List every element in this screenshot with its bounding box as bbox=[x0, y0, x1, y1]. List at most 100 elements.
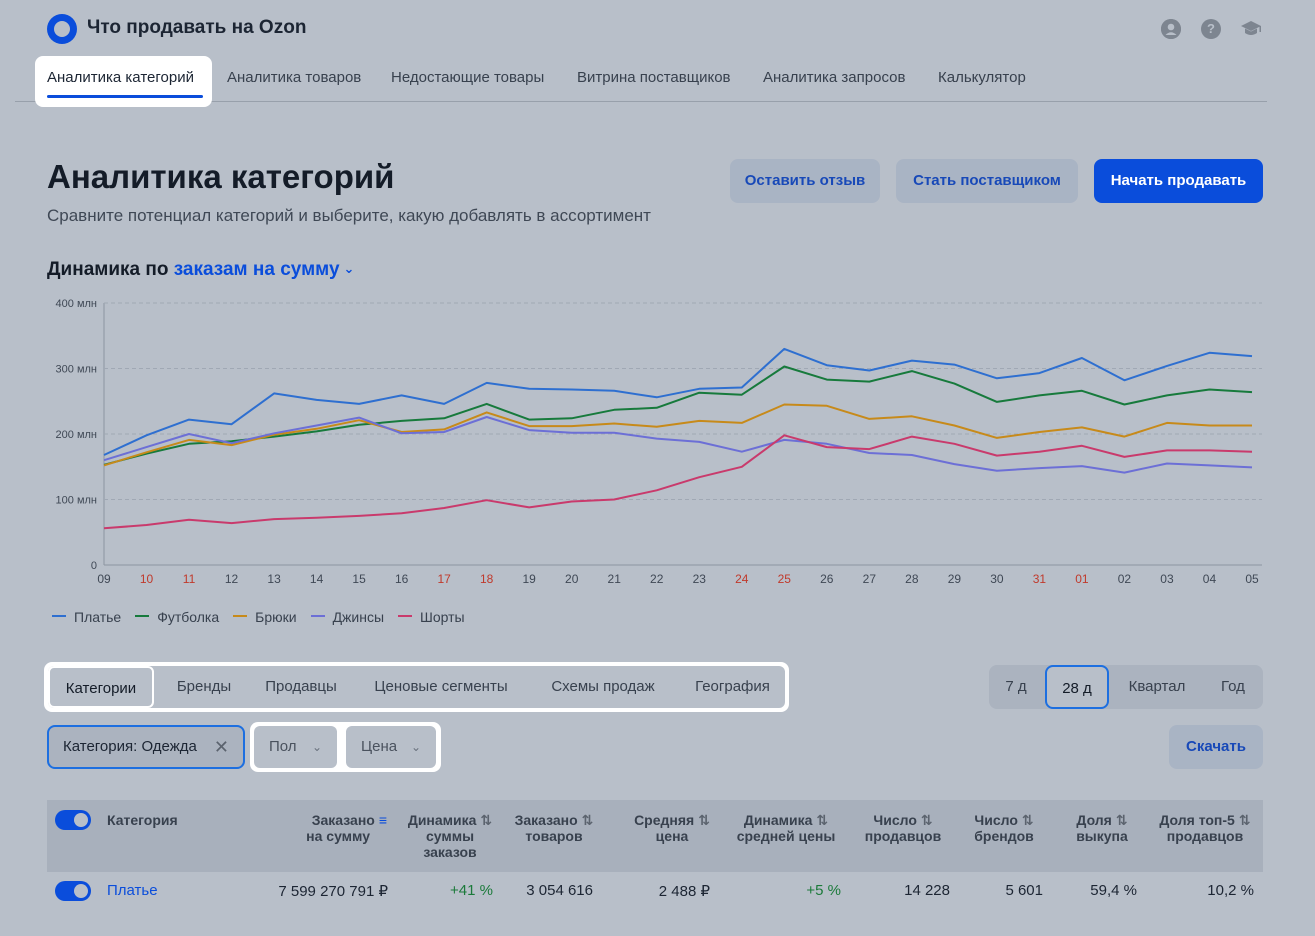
legend-item[interactable]: Джинсы bbox=[310, 609, 385, 625]
chevron-down-icon: ⌄ bbox=[410, 740, 421, 754]
col-sellers[interactable]: Число ⇅ продавцов bbox=[853, 812, 953, 844]
user-icon[interactable] bbox=[1161, 19, 1181, 39]
x-tick-label: 28 bbox=[905, 572, 919, 586]
cell-brands: 5 601 bbox=[1005, 882, 1043, 899]
x-tick-label: 24 bbox=[735, 572, 749, 586]
tab-brands[interactable]: Бренды bbox=[159, 666, 249, 708]
y-tick-label: 400 млн bbox=[56, 298, 97, 310]
col-buyout[interactable]: Доля ⇅ выкупа bbox=[1063, 812, 1141, 844]
price-dropdown[interactable]: Цена ⌄ bbox=[346, 726, 436, 768]
legend-label: Джинсы bbox=[332, 609, 385, 625]
dynamics-prefix: Динамика по bbox=[47, 259, 169, 280]
metric-selector[interactable]: заказам на сумму ⌄ bbox=[174, 259, 355, 280]
nav-tab-product-analytics[interactable]: Аналитика товаров bbox=[227, 69, 361, 86]
filter-dropdowns: Пол ⌄ Цена ⌄ bbox=[250, 722, 441, 772]
x-tick-label: 03 bbox=[1160, 572, 1174, 586]
nav-tab-query-analytics[interactable]: Аналитика запросов bbox=[763, 69, 905, 86]
legend-item[interactable]: Футболка bbox=[135, 609, 219, 625]
page-subtitle: Сравните потенциал категорий и выберите,… bbox=[47, 206, 651, 225]
col-top5[interactable]: Доля топ-5 ⇅ продавцов bbox=[1153, 812, 1257, 844]
legend-item[interactable]: Платье bbox=[52, 609, 121, 625]
legend-item[interactable]: Брюки bbox=[233, 609, 297, 625]
col-brands[interactable]: Число ⇅ брендов bbox=[959, 812, 1049, 844]
dynamics-title: Динамика по заказам на сумму ⌄ bbox=[47, 259, 354, 281]
legend-label: Шорты bbox=[420, 609, 465, 625]
col-price-dynamics[interactable]: Динамика ⇅ средней цены bbox=[727, 812, 845, 844]
col-label: продавцов bbox=[1166, 828, 1244, 844]
col-sum-dynamics[interactable]: Динамика ⇅ суммы заказов bbox=[404, 812, 496, 860]
x-tick-label: 15 bbox=[352, 572, 366, 586]
period-selector: 7 д 28 д Квартал Год bbox=[989, 665, 1263, 709]
breakdown-tabs: Категории Бренды Продавцы Ценовые сегмен… bbox=[44, 662, 789, 712]
x-tick-label: 31 bbox=[1033, 572, 1047, 586]
nav-tab-category-analytics[interactable]: Аналитика категорий bbox=[35, 56, 212, 107]
download-button[interactable]: Скачать bbox=[1169, 725, 1263, 769]
cell-ordered-sum: 7 599 270 791 ₽ bbox=[278, 883, 388, 900]
leave-feedback-button[interactable]: Оставить отзыв bbox=[730, 159, 880, 203]
x-tick-label: 23 bbox=[693, 572, 707, 586]
sort-icon: ⇅ bbox=[581, 812, 594, 828]
tab-sales-schemes[interactable]: Схемы продаж bbox=[532, 666, 674, 708]
select-all-toggle[interactable] bbox=[55, 810, 91, 830]
period-quarter[interactable]: Квартал bbox=[1113, 665, 1201, 709]
tab-categories[interactable]: Категории bbox=[48, 666, 154, 708]
col-label: Число bbox=[974, 812, 1018, 828]
x-tick-label: 21 bbox=[608, 572, 622, 586]
series-line-Шорты bbox=[103, 434, 1253, 530]
nav-tab-supplier-showcase[interactable]: Витрина поставщиков bbox=[577, 69, 731, 86]
col-avg-price[interactable]: Средняя ⇅ цена bbox=[627, 812, 717, 844]
x-tick-label: 30 bbox=[990, 572, 1004, 586]
education-icon[interactable] bbox=[1240, 20, 1262, 38]
legend-swatch bbox=[52, 615, 66, 618]
close-icon[interactable]: ✕ bbox=[214, 727, 229, 767]
col-label: Средняя bbox=[634, 812, 695, 828]
series-line-Платье bbox=[103, 347, 1253, 456]
legend-item[interactable]: Шорты bbox=[398, 609, 465, 625]
legend-label: Платье bbox=[74, 609, 122, 625]
sort-icon: ⇅ bbox=[816, 812, 829, 828]
tab-sellers[interactable]: Продавцы bbox=[251, 666, 351, 708]
sort-icon: ⇅ bbox=[480, 812, 493, 828]
app-title: Что продавать на Ozon bbox=[87, 17, 307, 38]
cell-avg-price: 2 488 ₽ bbox=[658, 883, 710, 900]
col-label: Доля bbox=[1076, 812, 1112, 828]
sort-icon: ⇅ bbox=[698, 812, 710, 828]
row-category-link[interactable]: Платье bbox=[107, 882, 158, 899]
metric-label: заказам на сумму bbox=[173, 259, 340, 280]
start-selling-button[interactable]: Начать продавать bbox=[1094, 159, 1263, 203]
ozon-logo-icon[interactable] bbox=[47, 14, 77, 44]
x-tick-label: 26 bbox=[820, 572, 834, 586]
cell-price-dynamics: +5 % bbox=[806, 882, 841, 899]
category-filter-chip[interactable]: Категория: Одежда ✕ bbox=[47, 725, 245, 769]
help-icon[interactable]: ? bbox=[1201, 19, 1221, 39]
col-ordered-items[interactable]: Заказано ⇅ товаров bbox=[510, 812, 598, 844]
period-year[interactable]: Год bbox=[1205, 665, 1261, 709]
legend-swatch bbox=[398, 615, 413, 618]
col-ordered-sum[interactable]: Заказано ≡ на сумму bbox=[306, 812, 387, 844]
tab-geography[interactable]: География bbox=[680, 666, 785, 708]
chart-legend: Платье Футболка Брюки Джинсы Шорты bbox=[52, 609, 479, 629]
series-line-Джинсы bbox=[103, 416, 1253, 474]
nav-tab-missing-products[interactable]: Недостающие товары bbox=[391, 69, 544, 86]
x-tick-label: 14 bbox=[310, 572, 324, 586]
col-category[interactable]: Категория bbox=[107, 812, 178, 828]
col-label: на сумму bbox=[306, 828, 370, 844]
cell-top5: 10,2 % bbox=[1207, 882, 1254, 899]
tab-price-segments[interactable]: Ценовые сегменты bbox=[360, 666, 522, 708]
gender-dropdown[interactable]: Пол ⌄ bbox=[254, 726, 337, 768]
col-label: Динамика bbox=[407, 812, 477, 828]
become-supplier-button[interactable]: Стать поставщиком bbox=[896, 159, 1078, 203]
nav-tab-calculator[interactable]: Калькулятор bbox=[938, 69, 1026, 86]
period-28d[interactable]: 28 д bbox=[1045, 665, 1109, 709]
gender-dropdown-label: Пол bbox=[269, 738, 297, 755]
x-tick-label: 13 bbox=[267, 572, 281, 586]
legend-label: Футболка bbox=[157, 609, 220, 625]
col-label: продавцов bbox=[864, 828, 942, 844]
row-toggle[interactable] bbox=[55, 881, 91, 901]
x-tick-label: 20 bbox=[565, 572, 579, 586]
cell-buyout: 59,4 % bbox=[1090, 882, 1137, 899]
period-7d[interactable]: 7 д bbox=[989, 665, 1043, 709]
col-label: товаров bbox=[525, 828, 583, 844]
col-label: Заказано bbox=[311, 812, 375, 828]
x-tick-label: 25 bbox=[778, 572, 792, 586]
